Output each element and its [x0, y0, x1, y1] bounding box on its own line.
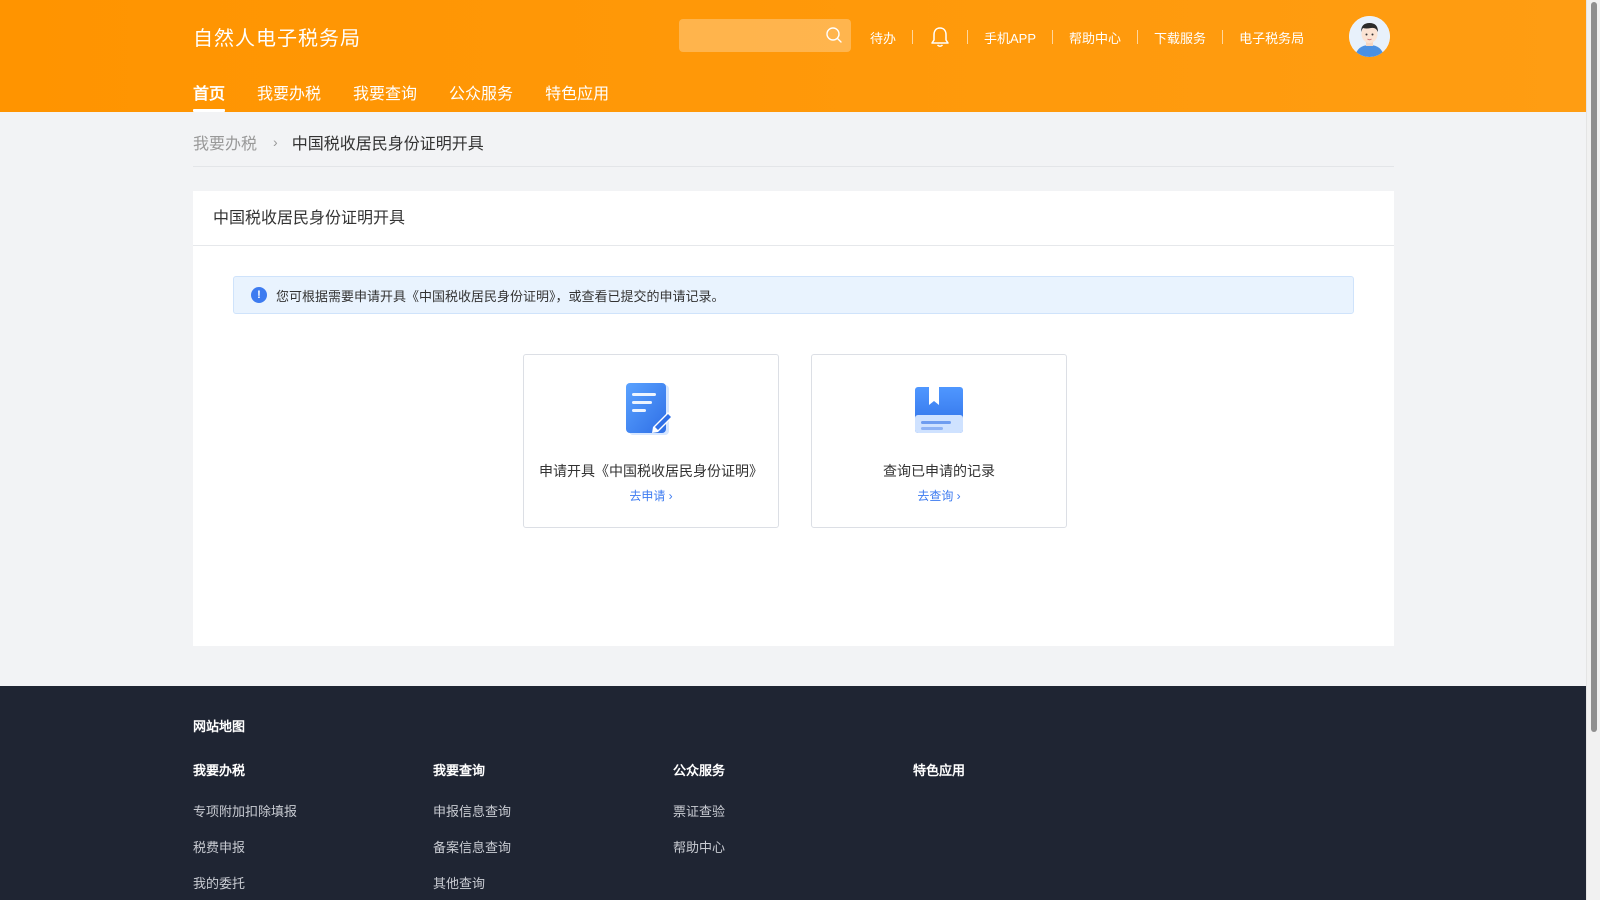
footer-link[interactable]: 申报信息查询	[433, 801, 511, 837]
query-card[interactable]: 查询已申请的记录 去查询 ›	[811, 354, 1067, 528]
avatar[interactable]	[1349, 16, 1390, 57]
apply-link[interactable]: 去申请 ›	[524, 487, 778, 504]
breadcrumb-current: 中国税收居民身份证明开具	[291, 136, 484, 153]
breadcrumb: 我要办税 › 中国税收居民身份证明开具	[193, 130, 484, 154]
divider	[1222, 30, 1224, 44]
divider	[1052, 30, 1054, 44]
vertical-scrollbar[interactable]	[1586, 0, 1600, 900]
query-link-label[interactable]: 去查询	[917, 489, 953, 503]
download-service-link[interactable]: 下载服务	[1154, 28, 1206, 47]
nav-featured-apps[interactable]: 特色应用	[545, 80, 609, 112]
footer-link[interactable]: 票证查验	[673, 801, 725, 837]
info-icon: !	[251, 287, 267, 303]
query-link[interactable]: 去查询 ›	[812, 487, 1066, 504]
user-avatar-icon	[1349, 16, 1390, 57]
divider	[967, 30, 969, 44]
footer-column: 我要查询 申报信息查询 备案信息查询 其他查询	[433, 760, 511, 900]
footer: 网站地图 我要办税 专项附加扣除填报 税费申报 我的委托 我要查询 申报信息查询…	[0, 686, 1586, 900]
e-tax-bureau-link[interactable]: 电子税务局	[1239, 28, 1304, 47]
chevron-right-icon: ›	[668, 489, 673, 503]
edit-document-icon	[626, 383, 673, 435]
nav-home[interactable]: 首页	[193, 80, 226, 112]
divider	[912, 30, 914, 44]
nav-tax-handling[interactable]: 我要办税	[257, 80, 321, 112]
footer-column: 特色应用	[913, 760, 965, 801]
footer-link[interactable]: 备案信息查询	[433, 837, 511, 873]
bell-icon[interactable]	[929, 26, 951, 48]
footer-column-head: 我要查询	[433, 763, 486, 778]
footer-column-head: 我要办税	[193, 763, 246, 778]
main-nav: 首页 我要办税 我要查询 公众服务 特色应用	[193, 80, 641, 112]
top-links: 待办 手机APP 帮助中心 下载服务 电子税务局	[870, 27, 1304, 47]
chevron-right-icon: ›	[273, 134, 278, 150]
footer-link[interactable]: 帮助中心	[673, 837, 725, 873]
nav-query[interactable]: 我要查询	[353, 80, 417, 112]
top-header: 自然人电子税务局 待办 手机APP 帮助中心 下载服务 电子税务局 首页 我要办…	[0, 0, 1586, 112]
breadcrumb-parent[interactable]: 我要办税	[193, 130, 257, 154]
footer-column: 公众服务 票证查验 帮助中心	[673, 760, 725, 873]
chevron-right-icon: ›	[956, 489, 961, 503]
footer-link[interactable]: 专项附加扣除填报	[193, 801, 297, 837]
divider	[1137, 30, 1139, 44]
page-title: 中国税收居民身份证明开具	[193, 191, 1394, 246]
apply-card[interactable]: 申请开具《中国税收居民身份证明》 去申请 ›	[523, 354, 779, 528]
info-notice: ! 您可根据需要申请开具《中国税收居民身份证明》，或查看已提交的申请记录。	[233, 276, 1354, 314]
todo-link[interactable]: 待办	[870, 28, 896, 47]
divider	[193, 166, 1394, 167]
search-input[interactable]	[679, 19, 851, 52]
query-card-title: 查询已申请的记录	[883, 463, 995, 479]
sitemap-title: 网站地图	[193, 719, 246, 734]
search-icon[interactable]	[825, 26, 843, 44]
footer-column: 我要办税 专项附加扣除填报 税费申报 我的委托	[193, 760, 297, 900]
mobile-app-link[interactable]: 手机APP	[984, 28, 1036, 47]
site-title[interactable]: 自然人电子税务局	[193, 22, 361, 51]
footer-link[interactable]: 其他查询	[433, 873, 511, 900]
footer-link[interactable]: 税费申报	[193, 837, 297, 873]
notice-text: 您可根据需要申请开具《中国税收居民身份证明》，或查看已提交的申请记录。	[276, 288, 725, 304]
footer-link[interactable]: 我的委托	[193, 873, 297, 900]
help-center-link[interactable]: 帮助中心	[1069, 28, 1121, 47]
main-panel: 中国税收居民身份证明开具 ! 您可根据需要申请开具《中国税收居民身份证明》，或查…	[193, 191, 1394, 646]
footer-column-head: 特色应用	[913, 763, 966, 778]
footer-column-head: 公众服务	[673, 763, 726, 778]
apply-card-title: 申请开具《中国税收居民身份证明》	[539, 463, 763, 479]
apply-link-label[interactable]: 去申请	[629, 489, 665, 503]
scrollbar-thumb[interactable]	[1591, 2, 1597, 732]
nav-public-service[interactable]: 公众服务	[449, 80, 513, 112]
book-record-icon	[915, 387, 963, 433]
